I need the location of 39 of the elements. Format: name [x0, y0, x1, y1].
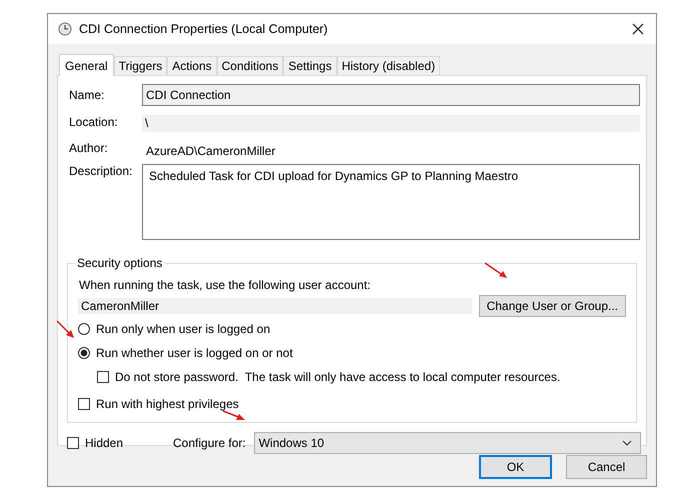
- annotation-arrow: [56, 320, 76, 340]
- name-label: Name:: [69, 88, 106, 102]
- change-user-button[interactable]: Change User or Group...: [478, 295, 626, 317]
- dialog-button[interactable]: Cancel: [566, 455, 647, 479]
- option-label: Run whether user is logged on or not: [96, 346, 293, 360]
- tab[interactable]: Actions: [167, 56, 217, 75]
- description-label: Description:: [69, 164, 134, 178]
- checkbox[interactable]: [97, 371, 109, 383]
- radio-button[interactable]: [78, 323, 90, 335]
- location-field: \: [142, 115, 640, 132]
- dialog-button[interactable]: OK: [479, 455, 552, 479]
- group-title: Security options: [75, 256, 164, 270]
- annotation-arrow: [484, 262, 508, 280]
- author-value: AzureAD\CameronMiller: [145, 143, 276, 158]
- location-label: Location:: [69, 115, 119, 129]
- account-label: When running the task, use the following user account:: [78, 278, 372, 292]
- name-field[interactable]: CDI Connection: [142, 84, 640, 106]
- tab[interactable]: General: [59, 54, 114, 76]
- radio-button[interactable]: [78, 347, 90, 359]
- checkbox[interactable]: [78, 398, 90, 410]
- account-field: CameronMiller: [78, 298, 472, 314]
- description-field[interactable]: Scheduled Task for CDI upload for Dynamics GP to Planning Maestro: [142, 164, 640, 240]
- chevron-down-icon: [622, 440, 632, 446]
- option-label: Do not store password. The task will only have access to local computer resources.: [115, 370, 560, 384]
- close-icon[interactable]: [632, 23, 644, 35]
- tab[interactable]: Triggers: [114, 56, 168, 75]
- configure-dropdown[interactable]: Windows 10: [254, 432, 641, 454]
- annotation-arrow: [222, 410, 246, 422]
- configure-label: Configure for:: [173, 436, 246, 450]
- option-label: Run with highest privileges: [96, 397, 239, 411]
- checkbox[interactable]: [67, 437, 79, 449]
- window-title: CDI Connection Properties (Local Computer): [79, 22, 329, 36]
- clock-icon: [58, 22, 72, 36]
- option-label: Run only when user is logged on: [96, 322, 270, 336]
- tab[interactable]: Settings: [283, 56, 337, 75]
- author-label: Author:: [69, 141, 109, 155]
- hidden-label: Hidden: [85, 436, 124, 450]
- tab[interactable]: Conditions: [216, 56, 284, 75]
- tab[interactable]: History (disabled): [336, 56, 440, 75]
